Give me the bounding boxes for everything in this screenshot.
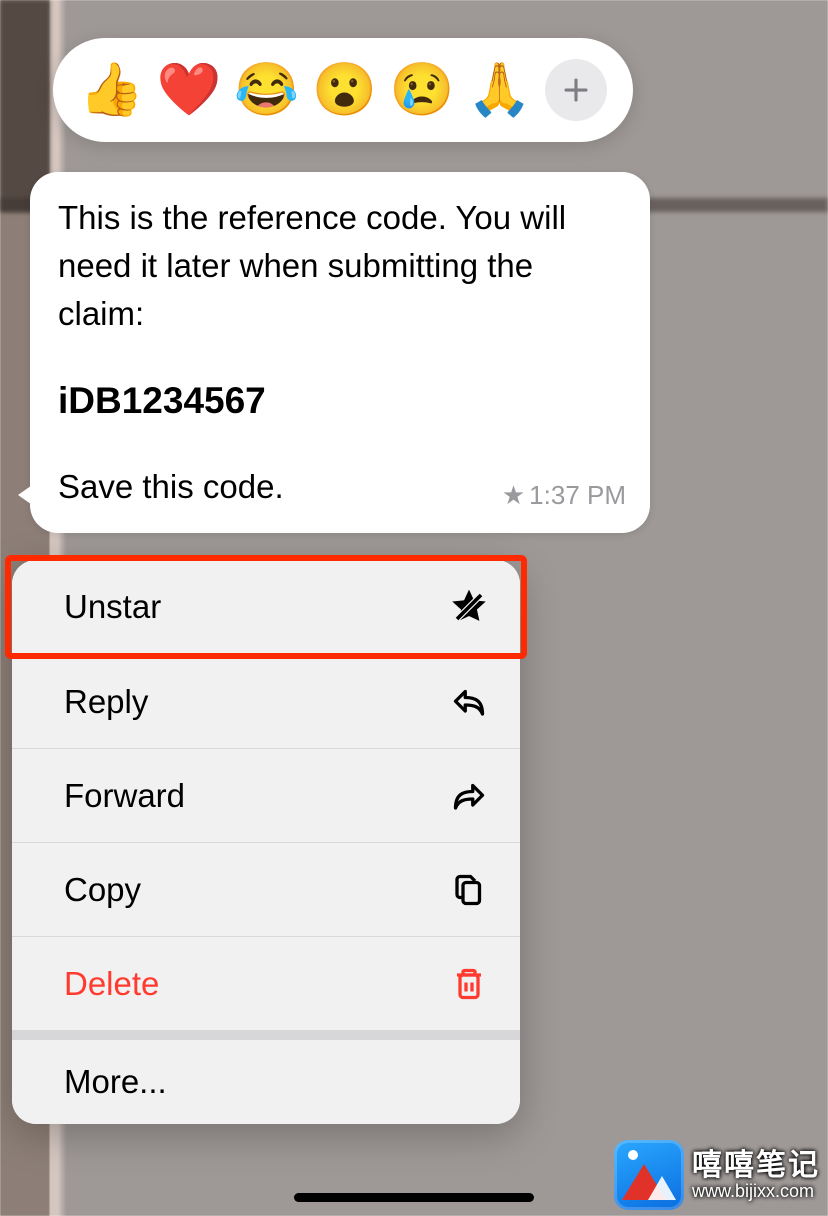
reaction-bar: 👍 ❤️ 😂 😮 😢 🙏 bbox=[53, 38, 633, 142]
watermark-logo-icon bbox=[614, 1140, 684, 1210]
reaction-sad[interactable]: 😢 bbox=[390, 64, 455, 116]
watermark-url: www.bijixx.com bbox=[692, 1182, 820, 1202]
forward-icon bbox=[450, 777, 488, 815]
reaction-laugh[interactable]: 😂 bbox=[234, 64, 299, 116]
add-reaction-button[interactable] bbox=[545, 59, 607, 121]
reaction-thumbs-up[interactable]: 👍 bbox=[79, 64, 144, 116]
menu-item-label: More... bbox=[64, 1063, 167, 1101]
menu-item-label: Copy bbox=[64, 871, 141, 909]
menu-item-label: Forward bbox=[64, 777, 185, 815]
menu-item-reply[interactable]: Reply bbox=[12, 654, 520, 748]
star-icon: ★ bbox=[502, 477, 525, 515]
unstar-icon bbox=[450, 588, 488, 626]
context-menu: Unstar Reply Forward Copy Delete More... bbox=[12, 560, 520, 1124]
plus-icon bbox=[561, 75, 591, 105]
menu-item-copy[interactable]: Copy bbox=[12, 842, 520, 936]
message-bubble-container: This is the reference code. You will nee… bbox=[15, 172, 635, 533]
reaction-heart[interactable]: ❤️ bbox=[157, 64, 222, 116]
watermark-title: 嘻嘻笔记 bbox=[692, 1149, 820, 1182]
message-meta: ★ 1:37 PM bbox=[502, 477, 626, 515]
reaction-pray[interactable]: 🙏 bbox=[467, 64, 532, 116]
more-icon bbox=[450, 1063, 488, 1101]
menu-item-forward[interactable]: Forward bbox=[12, 748, 520, 842]
message-time: 1:37 PM bbox=[529, 477, 626, 515]
message-bubble[interactable]: This is the reference code. You will nee… bbox=[30, 172, 650, 533]
message-code: iDB1234567 bbox=[58, 374, 622, 428]
home-indicator bbox=[294, 1193, 534, 1202]
trash-icon bbox=[450, 965, 488, 1003]
bubble-tail bbox=[18, 481, 38, 509]
menu-item-more[interactable]: More... bbox=[12, 1030, 520, 1124]
menu-item-delete[interactable]: Delete bbox=[12, 936, 520, 1030]
reaction-wow[interactable]: 😮 bbox=[312, 64, 377, 116]
menu-item-label: Reply bbox=[64, 683, 148, 721]
copy-icon bbox=[450, 871, 488, 909]
menu-item-label: Unstar bbox=[64, 588, 161, 626]
watermark: 嘻嘻笔记 www.bijixx.com bbox=[614, 1140, 820, 1210]
reply-icon bbox=[450, 683, 488, 721]
menu-item-unstar[interactable]: Unstar bbox=[12, 560, 520, 654]
menu-item-label: Delete bbox=[64, 965, 159, 1003]
message-paragraph-1: This is the reference code. You will nee… bbox=[58, 194, 622, 338]
